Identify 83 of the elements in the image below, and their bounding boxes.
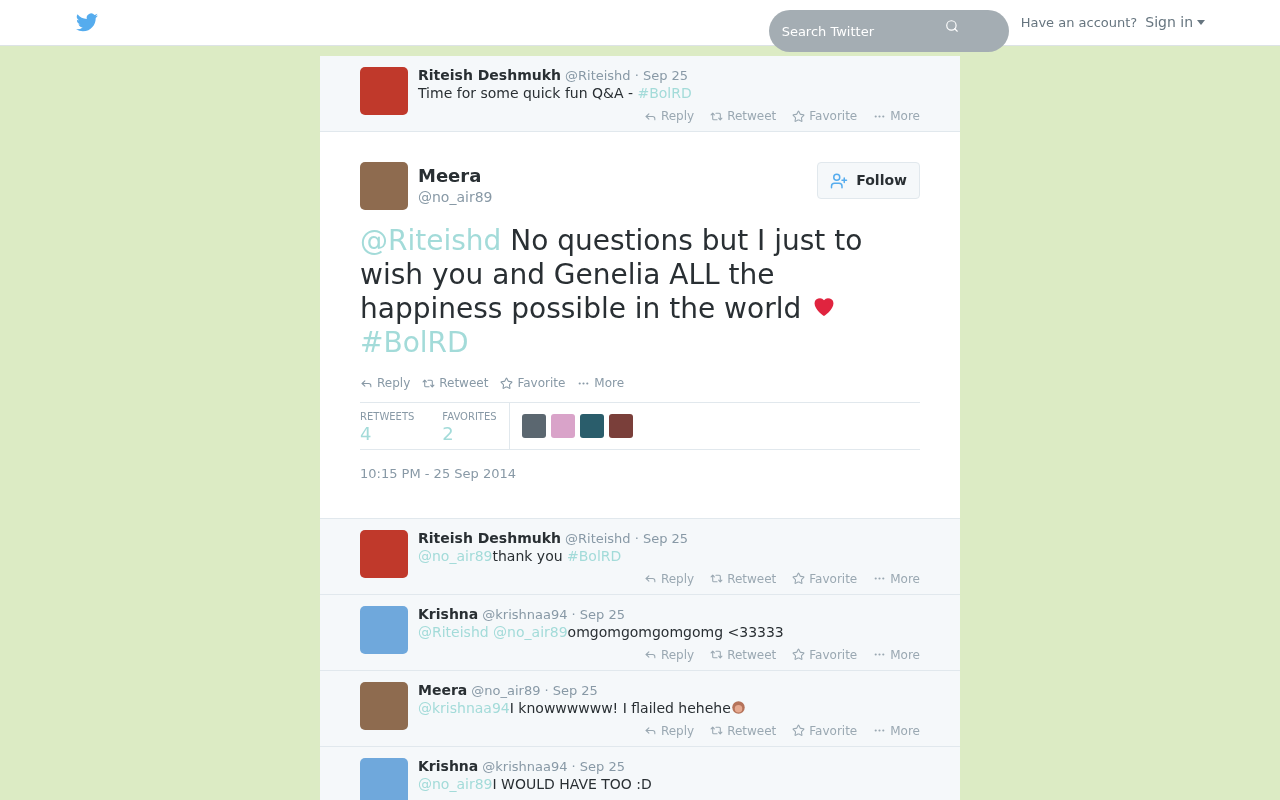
reply-icon (643, 648, 657, 661)
action-button[interactable]: More (873, 721, 920, 740)
caret-icon (1197, 20, 1205, 25)
retweet-icon (710, 572, 724, 585)
action-button[interactable]: Favorite (792, 107, 858, 125)
account-prompt: Have an account? (1020, 13, 1138, 32)
add-user-icon (830, 171, 849, 190)
star-icon (792, 572, 806, 585)
reply-icon (643, 572, 657, 585)
link[interactable]: #BolRD (360, 326, 469, 359)
star-icon (792, 724, 806, 737)
avatar-placeholder (360, 757, 408, 800)
avatar-placeholder[interactable] (579, 414, 604, 438)
retweet-icon (710, 648, 724, 661)
action-button[interactable]: Reply (643, 645, 695, 664)
tweet-date[interactable]: · Sep 25 (634, 68, 689, 84)
avatar-placeholder (360, 529, 408, 578)
tweet-text: @krishnaa94I knowwwwww! I flailed hehehe (418, 698, 920, 718)
tweet-date[interactable]: · Sep 25 (634, 530, 689, 547)
action-button[interactable]: Favorite (792, 645, 858, 664)
link[interactable]: #BolRD (637, 85, 692, 101)
user-name[interactable]: Riteish Deshmukh (418, 67, 561, 83)
action-button[interactable]: Favorite (500, 374, 566, 392)
star-icon (792, 648, 806, 661)
tweet-text: @Riteishd No questions but I just to wish you and Genelia ALL the happiness possible in the world #BolRD (360, 224, 864, 360)
action-button[interactable]: Retweet (710, 569, 777, 588)
action-button[interactable]: Favorite (792, 569, 858, 588)
user-handle[interactable]: @no_air89 (418, 186, 808, 208)
avatar-placeholder (360, 162, 408, 210)
action-button[interactable]: Retweet (422, 374, 489, 392)
user-handle[interactable]: @no_air89 (471, 682, 541, 699)
link[interactable]: @no_air89 (418, 775, 493, 792)
star-icon (792, 109, 806, 123)
tweet-text: @no_air89thank you #BolRD (418, 546, 623, 566)
star-icon (500, 376, 514, 390)
link[interactable]: @Riteishd (360, 224, 502, 257)
avatar-placeholder[interactable] (521, 414, 546, 438)
link[interactable]: @Riteishd @no_air89 (418, 623, 568, 640)
tweet-date[interactable]: · Sep 25 (571, 606, 625, 623)
action-button[interactable]: Retweet (710, 107, 777, 125)
user-handle[interactable]: @krishnaa94 (482, 758, 568, 775)
search-icon (944, 19, 959, 33)
link[interactable]: @no_air89 (418, 547, 493, 564)
action-button[interactable]: Retweet (710, 645, 777, 664)
action-button[interactable]: More (873, 107, 920, 125)
tweet-timestamp: 10:15 PM - 25 Sep 2014 (360, 465, 517, 483)
tweet-text: @Riteishd @no_air89omgomgomgomgomg <33333 (418, 622, 785, 642)
avatar-placeholder[interactable] (608, 414, 633, 438)
stat-label: FAVORITES (442, 409, 497, 424)
action-button[interactable]: More (577, 374, 625, 392)
search-field[interactable]: Search Twitter (768, 10, 1009, 52)
user-handle[interactable]: @krishnaa94 (482, 606, 568, 623)
user-handle[interactable]: @Riteishd (565, 68, 631, 84)
tweet-text: Time for some quick fun Q&A - #BolRD (418, 84, 693, 103)
link[interactable]: #BolRD (567, 547, 622, 564)
action-button[interactable]: Favorite (792, 721, 858, 740)
tweet-date[interactable]: · Sep 25 (544, 682, 598, 699)
follow-button[interactable]: Follow (817, 162, 920, 199)
avatar-placeholder (360, 681, 408, 730)
retweet-icon (710, 724, 724, 737)
stat-label: RETWEETS (360, 409, 415, 424)
user-handle[interactable]: @Riteishd (565, 530, 631, 547)
user-name[interactable]: Riteish Deshmukh (418, 529, 561, 546)
avatar-placeholder (360, 605, 408, 654)
user-name[interactable]: Krishna (418, 605, 479, 622)
avatar-placeholder (360, 67, 408, 115)
sign-in-button[interactable]: Sign in (1145, 12, 1205, 33)
stat-count[interactable]: 2 (442, 423, 497, 444)
stat-count[interactable]: 4 (360, 423, 415, 444)
action-button[interactable]: Reply (643, 569, 695, 588)
user-name[interactable]: Krishna (418, 757, 479, 774)
user-name[interactable]: Meera (418, 164, 808, 187)
action-button[interactable]: Reply (643, 107, 695, 125)
action-button[interactable]: More (873, 645, 920, 664)
link[interactable]: @krishnaa94 (418, 699, 510, 716)
reply-icon (643, 724, 657, 737)
tweet-date[interactable]: · Sep 25 (571, 758, 625, 775)
action-button[interactable]: More (873, 569, 920, 588)
user-name[interactable]: Meera (418, 681, 468, 698)
action-button[interactable]: Reply (360, 374, 411, 392)
tweet-text: @no_air89I WOULD HAVE TOO :D (418, 774, 653, 794)
action-button[interactable]: Retweet (710, 721, 777, 740)
action-button[interactable]: Reply (643, 721, 695, 740)
